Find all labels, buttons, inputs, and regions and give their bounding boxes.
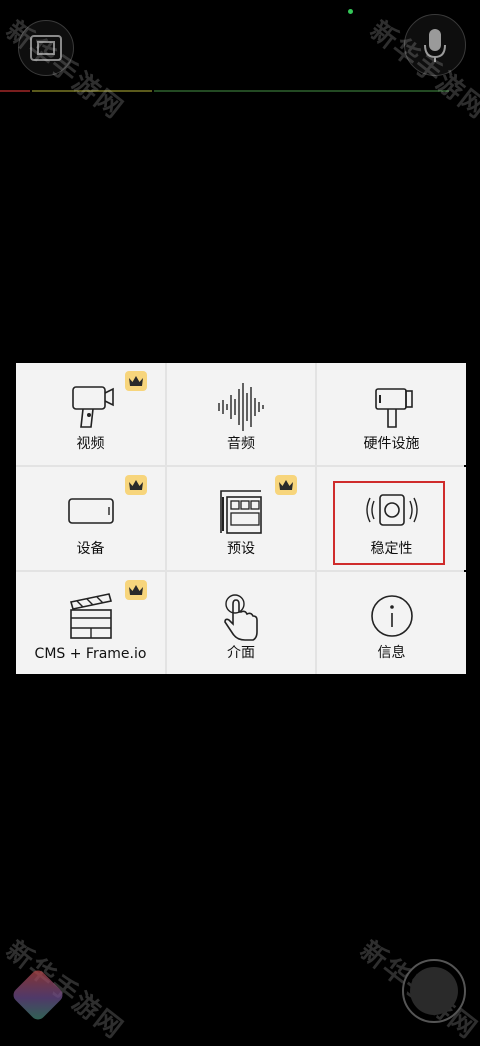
stabilizer-icon <box>365 494 418 526</box>
menu-item-label: 音频 <box>227 436 255 452</box>
audio-level-meter-green <box>154 90 449 92</box>
phone-landscape-icon <box>67 498 114 524</box>
video-camera-icon <box>71 386 114 428</box>
info-icon <box>370 595 413 637</box>
crown-icon <box>129 480 143 490</box>
tap-hand-icon <box>224 594 258 641</box>
crown-icon <box>129 376 143 386</box>
menu-item-label: CMS + Frame.io <box>34 646 147 662</box>
preset-grid-icon <box>220 490 262 534</box>
crown-icon <box>279 480 293 490</box>
menu-item-label: 设备 <box>76 541 105 557</box>
menu-item-interface[interactable]: 介面 <box>167 572 315 674</box>
menu-item-label: 介面 <box>227 645 255 661</box>
crown-icon <box>129 585 143 595</box>
audio-level-meter-red <box>0 90 30 92</box>
menu-item-device[interactable]: 设备 <box>16 467 165 570</box>
menu-item-video[interactable]: 视频 <box>16 363 165 465</box>
premium-badge <box>275 475 297 495</box>
record-button-inner <box>410 967 458 1015</box>
menu-item-hardware[interactable]: 硬件设施 <box>317 363 466 465</box>
clapperboard-icon <box>69 593 112 639</box>
sound-wave-icon <box>218 383 264 431</box>
premium-badge <box>125 580 147 600</box>
premium-badge <box>125 475 147 495</box>
menu-item-stability[interactable]: 稳定性 <box>317 467 466 570</box>
menu-item-audio[interactable]: 音频 <box>167 363 315 465</box>
settings-menu-grid: 视频 音频 硬件设施 设备 预设 稳定性 CMS + Frame.io 介面 信… <box>16 363 466 674</box>
menu-item-label: 预设 <box>227 541 255 557</box>
menu-item-label: 硬件设施 <box>363 436 420 452</box>
menu-item-cms-frameio[interactable]: CMS + Frame.io <box>16 572 165 674</box>
recording-indicator-dot <box>348 9 353 14</box>
premium-badge <box>125 371 147 391</box>
menu-item-label: 稳定性 <box>370 541 413 557</box>
menu-item-presets[interactable]: 预设 <box>167 467 315 570</box>
record-button[interactable] <box>402 959 466 1023</box>
camera-handle-icon <box>374 388 413 428</box>
menu-item-info[interactable]: 信息 <box>317 572 466 674</box>
menu-item-label: 信息 <box>377 645 406 661</box>
menu-item-label: 视频 <box>76 436 105 452</box>
